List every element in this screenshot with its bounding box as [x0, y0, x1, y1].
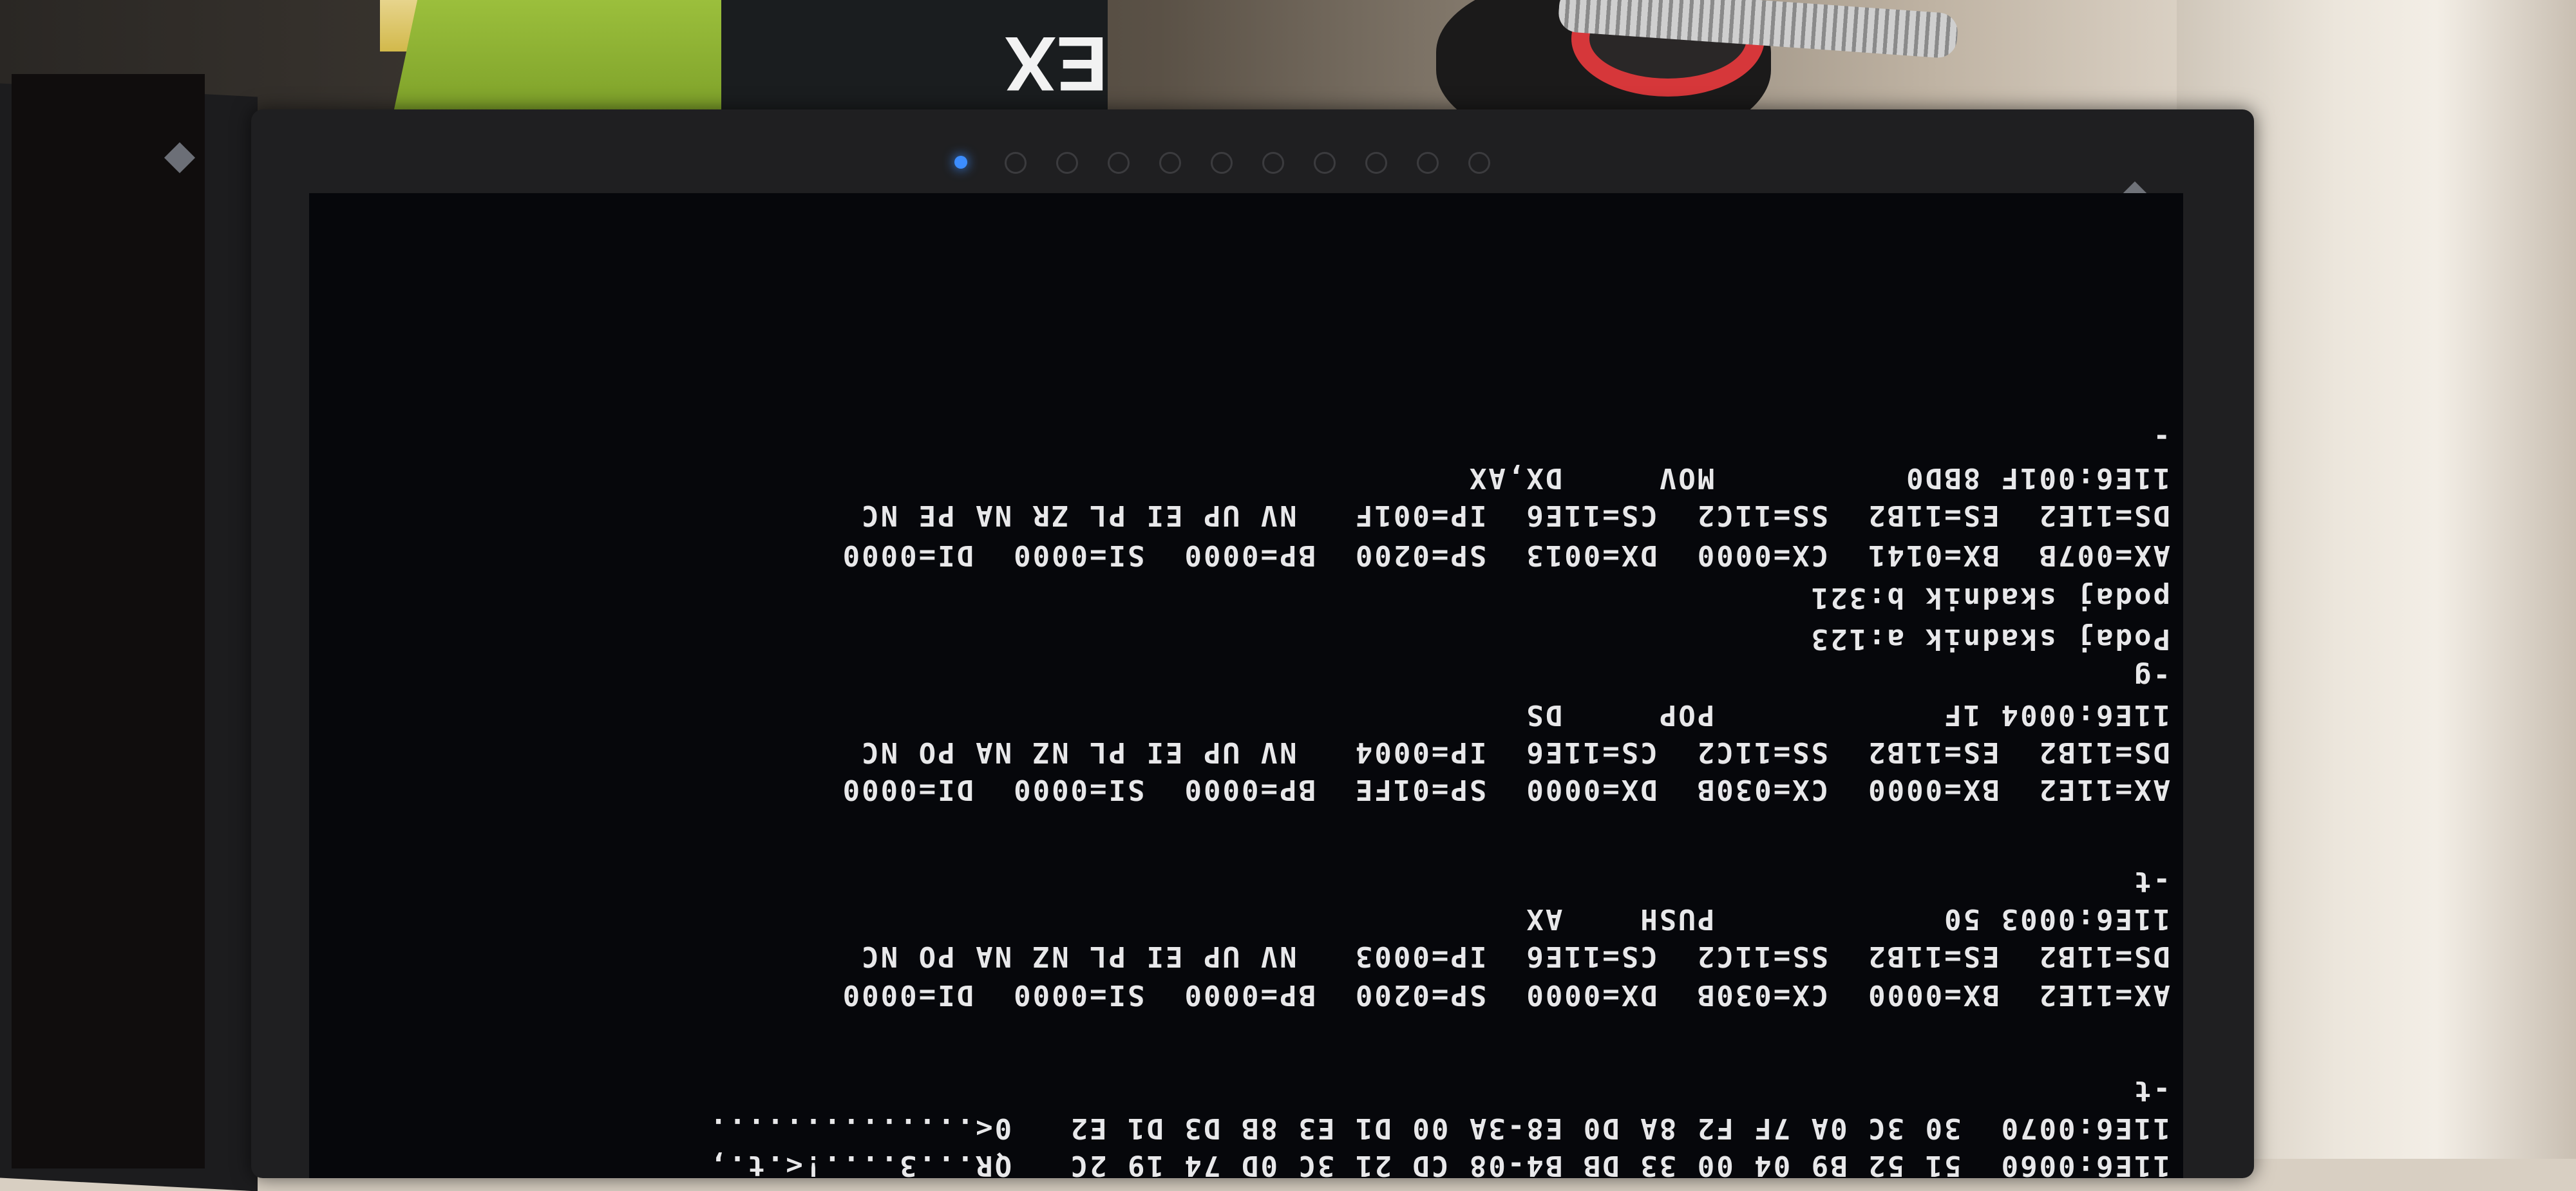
box-label: EX	[1005, 21, 1108, 107]
instruction-line: 11E6:001F 8BD0 MOV DX,AX	[1467, 462, 2170, 494]
monitor-screen: 11E6:0060 51 52 B9 04 00 33 DB B4-08 CD …	[309, 193, 2183, 1178]
dos-debug-console[interactable]: 11E6:0060 51 52 B9 04 00 33 DB B4-08 CD …	[309, 193, 2183, 1178]
flags-line: DS=11B2 ES=11B2 SS=11C2 CS=11E6 IP=0003 …	[860, 940, 2170, 973]
program-output-line: podaj skadnik b:321	[1809, 581, 2170, 614]
monitor-button[interactable]	[1365, 152, 1387, 174]
monitor-button[interactable]	[1468, 152, 1490, 174]
hex-dump-line: 11E6:0060 51 52 B9 04 00 33 DB B4-08 CD …	[708, 1149, 2170, 1178]
instruction-line: 11E6:0004 1F POP DS	[1524, 699, 2170, 731]
register-line: AX=007B BX=0141 CX=0000 DX=0013 SP=0200 …	[840, 539, 2170, 572]
monitor-button[interactable]	[1108, 152, 1130, 174]
command-prompt[interactable]: -	[2152, 418, 2171, 457]
monitor-button[interactable]	[1159, 152, 1181, 174]
flags-line: DS=11E2 ES=11B2 SS=11C2 CS=11E6 IP=001F …	[860, 499, 2170, 532]
monitor-button[interactable]	[1056, 152, 1078, 174]
monitor-button[interactable]	[1262, 152, 1284, 174]
command-line: -g	[2132, 661, 2170, 694]
monitor-button[interactable]	[1314, 152, 1336, 174]
monitor-button[interactable]	[1005, 152, 1027, 174]
register-line: AX=11E2 BX=0000 CX=030B DX=0000 SP=0200 …	[840, 979, 2170, 1011]
power-led-icon	[954, 156, 967, 169]
instruction-line: 11E6:0003 50 PUSH AX	[1524, 903, 2170, 935]
hex-dump-line: 11E6:0070 30 3C 0A 7F F2 8A D0 E8-3A 00 …	[708, 1112, 2170, 1145]
flags-line: DS=11B2 ES=11B2 SS=11C2 CS=11E6 IP=0004 …	[860, 736, 2170, 769]
register-line: AX=11E2 BX=0000 CX=030B DX=0000 SP=01FE …	[840, 773, 2170, 806]
command-line: -t	[2132, 865, 2170, 898]
left-monitor-screen	[12, 74, 205, 1168]
monitor-button[interactable]	[1417, 152, 1439, 174]
command-line: -t	[2132, 1074, 2170, 1107]
program-output-line: Podaj skadnik a:123	[1809, 623, 2170, 655]
monitor-button[interactable]	[1211, 152, 1233, 174]
